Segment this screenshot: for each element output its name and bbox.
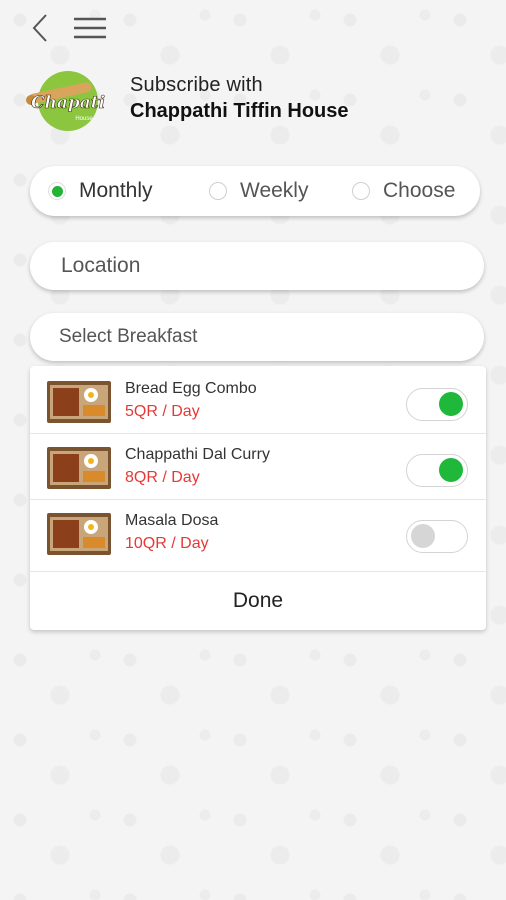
toggle-knob xyxy=(411,524,435,548)
item-name: Bread Egg Combo xyxy=(125,380,257,397)
top-bar xyxy=(0,0,506,56)
radio-monthly[interactable]: Monthly xyxy=(48,166,153,216)
breakfast-placeholder: Select Breakfast xyxy=(59,326,198,347)
vendor-name: Chappathi Tiffin House xyxy=(130,100,349,122)
done-button[interactable]: Done xyxy=(30,573,486,629)
header: Chapati House Subscribe with Chappathi T… xyxy=(26,68,486,138)
logo-subtext: House xyxy=(75,116,93,122)
toggle-knob xyxy=(439,392,463,416)
item-price: 5QR / Day xyxy=(125,403,200,420)
logo-text: Chapati xyxy=(31,93,105,113)
radio-checked-icon xyxy=(48,182,66,200)
breakfast-select[interactable]: Select Breakfast xyxy=(30,313,484,361)
logo: Chapati House xyxy=(26,71,105,131)
item-name: Masala Dosa xyxy=(125,512,219,529)
list-item[interactable]: Masala Dosa 10QR / Day xyxy=(30,500,486,572)
food-thumbnail xyxy=(47,381,111,423)
breakfast-options-list: Bread Egg Combo 5QR / Day Chappathi Dal … xyxy=(30,366,486,630)
radio-choose-label: Choose xyxy=(383,179,456,202)
radio-unchecked-icon xyxy=(352,182,370,200)
radio-choose[interactable]: Choose xyxy=(352,166,455,216)
menu-icon[interactable] xyxy=(73,14,107,42)
food-thumbnail xyxy=(47,447,111,489)
item-toggle[interactable] xyxy=(406,454,468,487)
item-name: Chappathi Dal Curry xyxy=(125,446,270,463)
plan-selector: Monthly Weekly Choose xyxy=(30,166,480,216)
item-toggle[interactable] xyxy=(406,388,468,421)
radio-monthly-label: Monthly xyxy=(79,179,153,202)
back-icon[interactable] xyxy=(28,12,54,44)
radio-weekly-label: Weekly xyxy=(240,179,309,202)
location-field[interactable]: Location xyxy=(30,242,484,290)
location-placeholder: Location xyxy=(61,254,141,277)
radio-unchecked-icon xyxy=(209,182,227,200)
toggle-knob xyxy=(439,458,463,482)
item-price: 10QR / Day xyxy=(125,535,209,552)
list-item[interactable]: Chappathi Dal Curry 8QR / Day xyxy=(30,434,486,500)
radio-weekly[interactable]: Weekly xyxy=(209,166,308,216)
item-toggle[interactable] xyxy=(406,520,468,553)
list-item[interactable]: Bread Egg Combo 5QR / Day xyxy=(30,368,486,434)
food-thumbnail xyxy=(47,513,111,555)
item-price: 8QR / Day xyxy=(125,469,200,486)
subscribe-label: Subscribe with xyxy=(130,74,263,96)
